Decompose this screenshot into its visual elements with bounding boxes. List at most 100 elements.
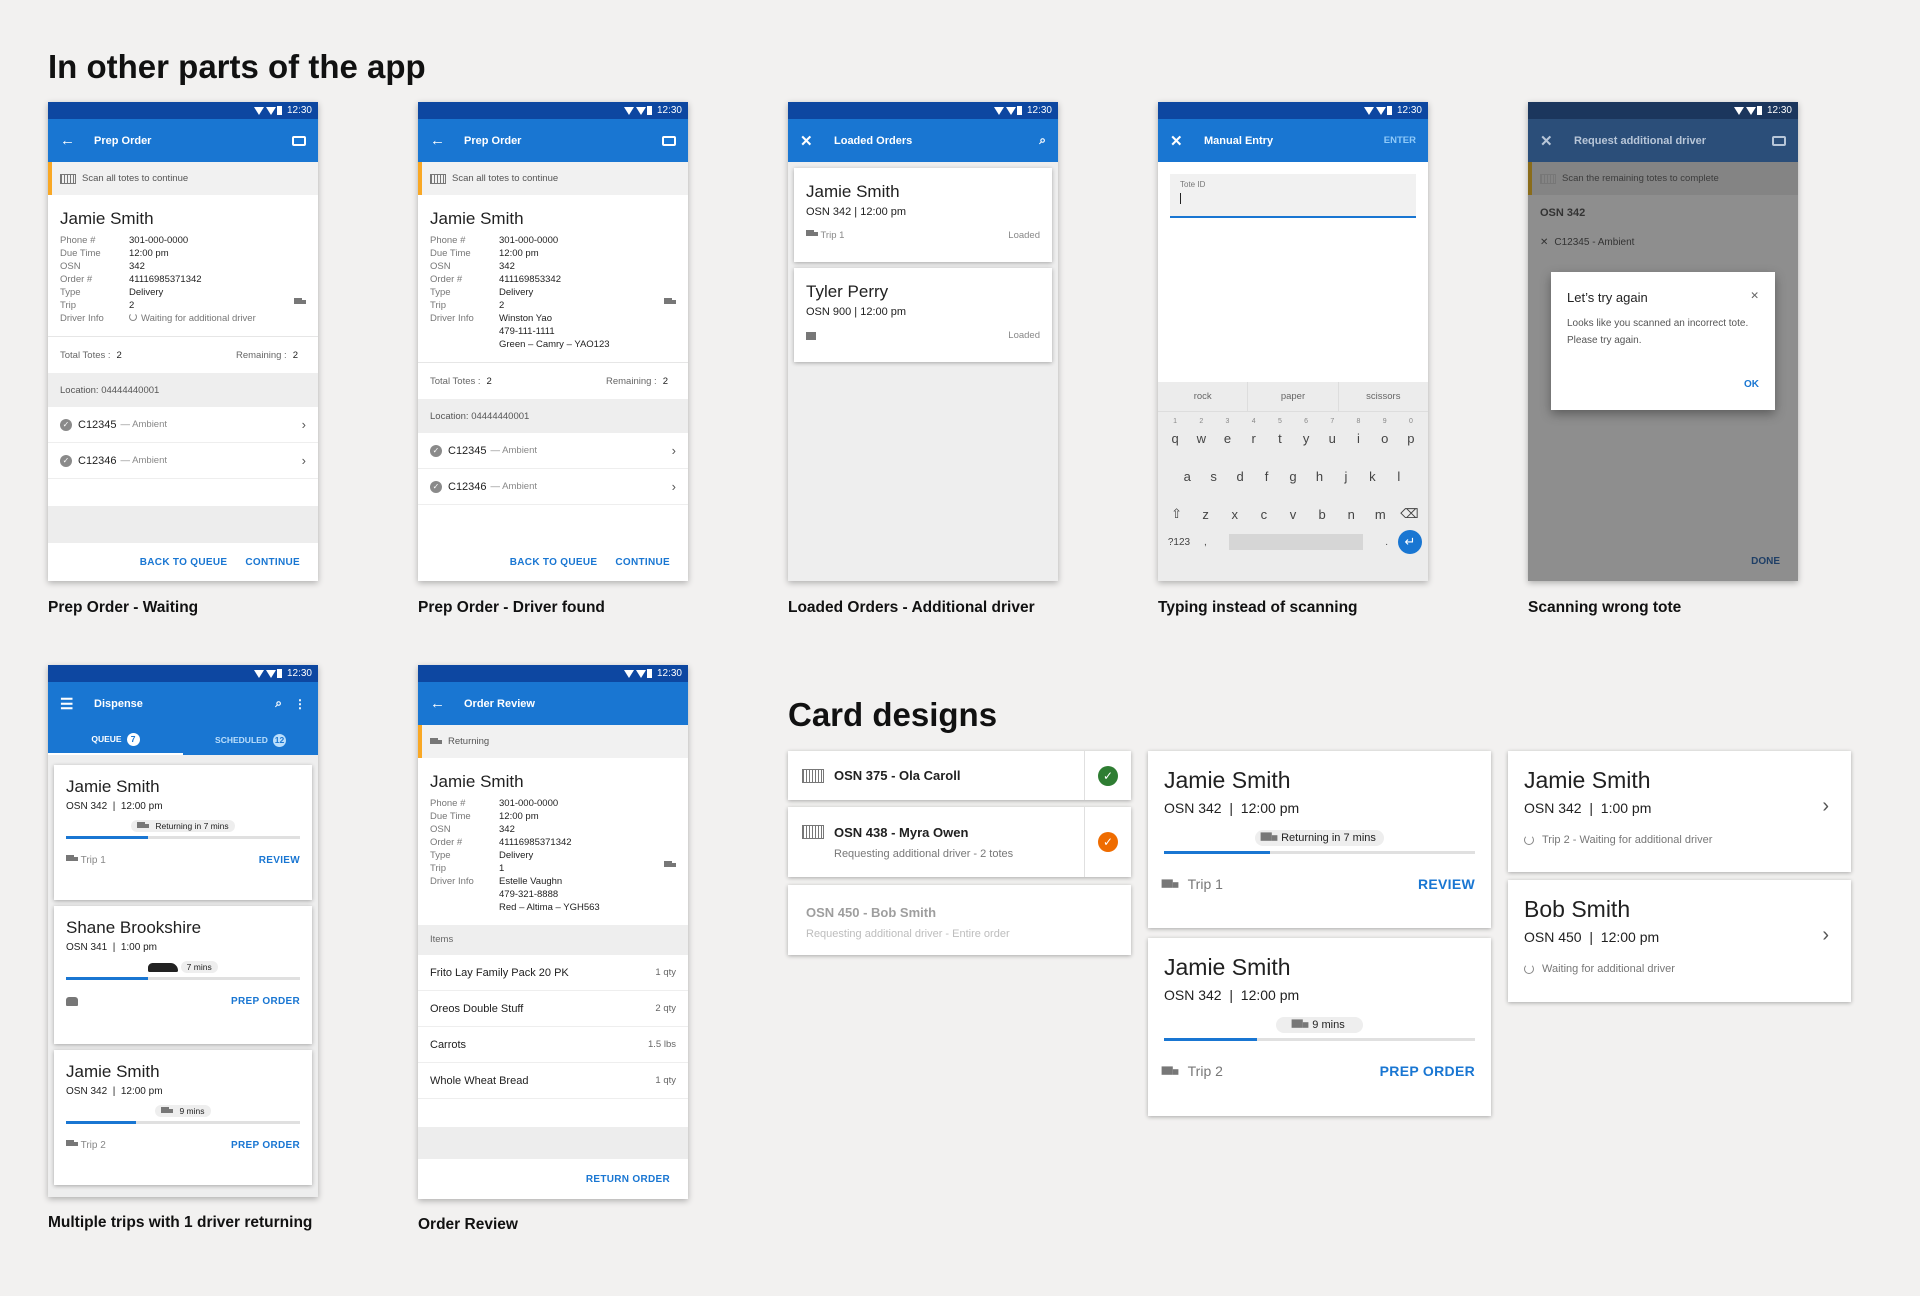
status-time: 12:30 [656,105,682,116]
key[interactable]: 0p [1398,416,1424,446]
enter-key-icon[interactable]: ↵ [1398,530,1422,554]
tab-scheduled[interactable]: SCHEDULED 12 [183,725,318,755]
close-icon[interactable]: ✕ [1540,132,1556,150]
key[interactable]: m [1366,492,1395,522]
key[interactable]: a [1174,454,1200,484]
tab-queue[interactable]: QUEUE 7 [48,725,183,755]
close-icon[interactable]: ✕ [800,132,816,150]
screen-title: Manual Entry [1204,134,1274,147]
search-icon[interactable]: ⌕ [1039,133,1046,148]
key[interactable]: s [1200,454,1226,484]
review-button[interactable]: REVIEW [1418,876,1475,892]
waiting-driver-card[interactable]: Bob Smith OSN 450 | 12:00 pm Waiting for… [1508,880,1851,1002]
key[interactable]: 6y [1293,416,1319,446]
dispense-card[interactable]: Jamie Smith OSN 342 | 12:00 pm Returning… [54,765,312,900]
barcode-icon [430,173,446,184]
key-letter: i [1357,431,1360,446]
continue-button[interactable]: CONTINUE [615,557,670,568]
space-bar[interactable] [1228,534,1364,550]
dispense-card-large[interactable]: Jamie Smith OSN 342 | 12:00 pm 9 mins Tr… [1148,938,1491,1116]
field-value: Green – Camry – YAO123 [499,339,610,350]
key-number: 6 [1304,418,1309,425]
prep-order-button[interactable]: PREP ORDER [1380,1063,1475,1079]
dispense-card[interactable]: Shane Brookshire OSN 341 | 1:00 pm 7 min… [54,906,312,1044]
chevron-right-icon: › [301,453,306,468]
key[interactable]: j [1333,454,1359,484]
key[interactable]: h [1306,454,1332,484]
key[interactable]: 9o [1372,416,1398,446]
key[interactable]: 3e [1214,416,1240,446]
loaded-order-card[interactable]: Tyler Perry OSN 900 | 12:00 pm Loaded [794,268,1052,362]
dispense-card-large[interactable]: Jamie Smith OSN 342 | 12:00 pm Returning… [1148,751,1491,928]
key[interactable]: d [1227,454,1253,484]
key[interactable]: 8i [1345,416,1371,446]
keyboard-icon[interactable] [1772,135,1786,146]
search-icon[interactable]: ⌕ [275,696,282,711]
review-button[interactable]: REVIEW [259,855,300,866]
back-to-queue-button[interactable]: BACK TO QUEUE [140,557,228,568]
continue-button[interactable]: CONTINUE [245,557,300,568]
suggestion[interactable]: paper [1248,382,1339,411]
truck-icon [664,298,676,306]
period-key[interactable]: . [1385,537,1388,548]
comma-key[interactable]: , [1204,537,1207,548]
shift-icon[interactable]: ⇧ [1162,492,1191,522]
enter-button[interactable]: ENTER [1384,135,1416,146]
suggestion[interactable]: scissors [1339,382,1428,411]
key[interactable]: k [1359,454,1385,484]
back-arrow-icon[interactable]: ← [60,132,76,149]
symbols-key[interactable]: ?123 [1164,537,1194,548]
key[interactable]: 5t [1267,416,1293,446]
backspace-icon[interactable]: ⌫ [1395,492,1424,522]
key[interactable]: 2w [1188,416,1214,446]
key[interactable]: l [1386,454,1412,484]
customer-name: Jamie Smith [1164,954,1291,980]
tote-row[interactable]: ✓ C12345— Ambient › [48,407,318,443]
loaded-order-card[interactable]: Jamie Smith OSN 342 | 12:00 pm Trip 1 Lo… [794,168,1052,262]
key[interactable]: 1q [1162,416,1188,446]
tote-row[interactable]: ✓ C12346— Ambient › [48,443,318,479]
key[interactable]: c [1249,492,1278,522]
menu-icon[interactable]: ☰ [60,695,76,713]
back-to-queue-button[interactable]: BACK TO QUEUE [510,557,598,568]
close-icon[interactable]: ✕ [1750,290,1759,305]
item-name: Oreos Double Stuff [430,1002,524,1015]
suggestion[interactable]: rock [1158,382,1249,411]
dispense-card[interactable]: Jamie Smith OSN 342 | 12:00 pm 9 mins Tr… [54,1050,312,1185]
ok-button[interactable]: OK [1744,379,1759,390]
signal-icon [623,669,646,678]
done-button[interactable]: DONE [1751,556,1780,567]
tote-row[interactable]: ✓ C12346— Ambient › [418,469,688,505]
prep-order-button[interactable]: PREP ORDER [231,1140,300,1151]
key[interactable]: 4r [1241,416,1267,446]
tote-totals: Total Totes : 2 Remaining : 2 [418,363,688,399]
osn-list-card[interactable]: OSN 375 - Ola Caroll ✓ [788,751,1131,800]
return-order-button[interactable]: RETURN ORDER [586,1174,670,1185]
tote-id-field[interactable]: Tote ID [1170,174,1416,218]
key[interactable]: n [1337,492,1366,522]
osn-list-card[interactable]: OSN 450 - Bob Smith Requesting additiona… [788,885,1131,955]
keyboard-icon[interactable] [292,135,306,146]
eta-progress [66,1121,300,1124]
banner-text: Scan all totes to continue [452,173,559,184]
key[interactable]: g [1280,454,1306,484]
more-vert-icon[interactable]: ⋮ [294,697,306,711]
waiting-driver-card[interactable]: Jamie Smith OSN 342 | 1:00 pm Trip 2 - W… [1508,751,1851,872]
key[interactable]: v [1278,492,1307,522]
key[interactable]: 7u [1319,416,1345,446]
keyboard-icon[interactable] [662,135,676,146]
text-cursor [1180,193,1181,204]
key[interactable]: b [1308,492,1337,522]
field-value: 1 [499,863,505,874]
back-arrow-icon[interactable]: ← [430,695,446,712]
key[interactable]: z [1191,492,1220,522]
eta-progress [66,836,300,839]
key[interactable]: x [1220,492,1249,522]
prep-order-button[interactable]: PREP ORDER [231,996,300,1007]
osn-list-card[interactable]: OSN 438 - Myra Owen Requesting additiona… [788,807,1131,877]
tote-row[interactable]: ✓ C12345— Ambient › [418,433,688,469]
back-arrow-icon[interactable]: ← [430,132,446,149]
close-icon[interactable]: ✕ [1170,132,1186,150]
truck-icon [1291,1019,1309,1030]
key[interactable]: f [1253,454,1279,484]
